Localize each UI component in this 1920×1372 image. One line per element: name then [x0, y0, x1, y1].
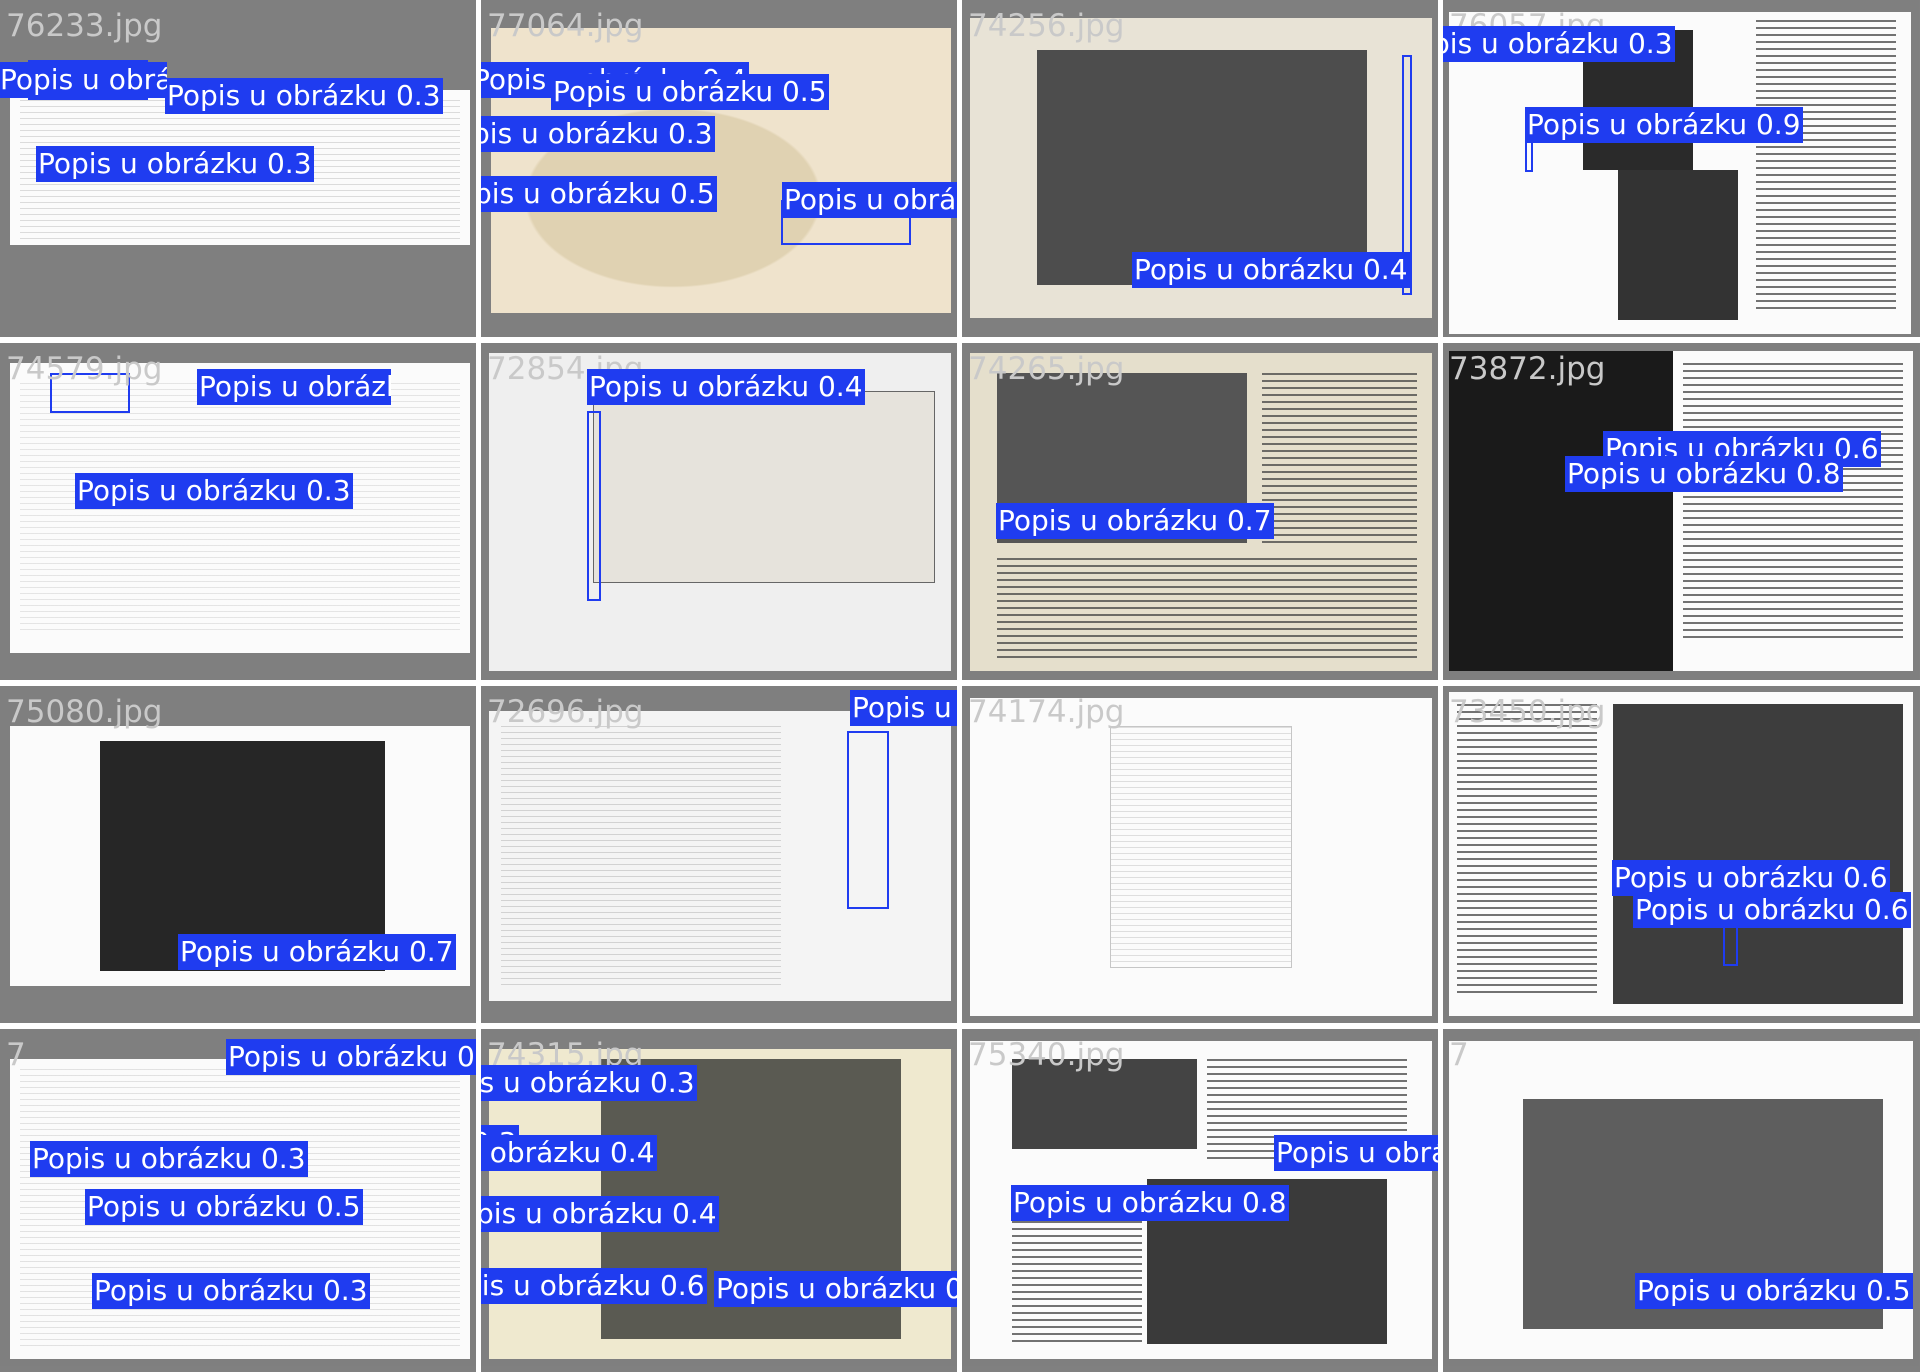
filename: 75080.jpg: [6, 694, 163, 730]
detection-label: Popis u obrázku 0.4: [1132, 252, 1410, 288]
detection-label: Popis u obrázku 0.8: [782, 182, 957, 218]
detection-box: [587, 411, 601, 601]
tile-74579: 74579.jpg Popis u obrázku 0.3 Popis u ob…: [0, 343, 476, 680]
detection-label: Popis u obrázku 0.6: [1612, 860, 1890, 896]
detection-label: Popis u obrázku 0.4: [587, 369, 865, 405]
text-column: [1457, 704, 1597, 994]
detection-label: Popis u obrázku 0.3: [0, 62, 167, 98]
filename: 74174.jpg: [968, 694, 1125, 730]
tile-74174: 74174.jpg: [962, 686, 1438, 1023]
tile-74265: 74265.jpg Popis u obrázku 0.7: [962, 343, 1438, 680]
detection-box: [847, 731, 889, 909]
detection-label: Popis u obrázku 0.4: [481, 1135, 657, 1171]
detection-label: Popis u obrázku 0.8: [1565, 456, 1843, 492]
filename: 73872.jpg: [1449, 351, 1606, 387]
detection-label: Popis u obrázku 0.5: [551, 74, 829, 110]
filename: 76233.jpg: [6, 8, 163, 44]
detection-label: Popis u obrázku 0.5: [1635, 1273, 1913, 1309]
divider: [1438, 0, 1443, 1372]
detection-label: Popis u obrázku 0.7: [178, 934, 456, 970]
tile-73872: 73872.jpg Popis u obrázku 0.6 Popis u ob…: [1443, 343, 1919, 680]
filename: 72696.jpg: [487, 694, 644, 730]
text-column: [1756, 20, 1896, 310]
divider: [0, 680, 1920, 686]
detection-label: Popis u obrázku 0.9: [1525, 107, 1803, 143]
filename: 74579.jpg: [6, 351, 163, 387]
tile-75080: 75080.jpg Popis u obrázku 0.7: [0, 686, 476, 1023]
detection-label: Popis u obrázku 0.3: [481, 116, 715, 152]
detection-label: Popis u obrázku 0.3: [1443, 26, 1675, 62]
detection-label: Popis u obrázku 0.3: [481, 1065, 697, 1101]
detection-label: Popis u obrázku 0.5: [85, 1189, 363, 1225]
book-spread: [593, 391, 935, 583]
detection-label: Popis u obrázku 0.7: [996, 503, 1274, 539]
tile-7y: 7 Popis u obrázku 0.5: [1443, 1029, 1919, 1366]
detection-label: Popis u obrázku 0.3: [165, 78, 443, 114]
photo: [1618, 170, 1738, 320]
detection-label: Popis u obrázku 0.6: [481, 1268, 707, 1304]
filename: 74265.jpg: [968, 351, 1125, 387]
divider: [0, 1023, 1920, 1029]
detection-label: Popis u obrázku 0.5: [481, 176, 717, 212]
detection-label: Popis u obrázku 0.8: [1011, 1185, 1289, 1221]
detection-label: Popis u obrázku 0.3: [36, 146, 314, 182]
tile-76057: 76057.jpg Popis u obrázku 0.3 Popis u ob…: [1443, 0, 1919, 337]
map-sheet: [1110, 726, 1292, 968]
prediction-grid: 76233.jpg Popis u obrázku 0.3 Popis u ob…: [0, 0, 1920, 1372]
tile-75340: 75340.jpg Popis u obrázku 0.8 Popis u ob…: [962, 1029, 1438, 1366]
text-column: [1262, 373, 1417, 543]
divider: [957, 0, 962, 1372]
photo: [1613, 704, 1903, 1004]
text-column: [1683, 363, 1903, 643]
divider: [0, 337, 1920, 343]
filename: 7: [1449, 1037, 1469, 1073]
tile-76233: 76233.jpg Popis u obrázku 0.3 Popis u ob…: [0, 0, 476, 337]
detection-label: Popis u obrázku 0.6: [1633, 892, 1911, 928]
tile-73450: 73450.jpg Popis u obrázku 0.6 Popis u ob…: [1443, 686, 1919, 1023]
detection-label: Popis u obrázku 0.8: [1274, 1135, 1438, 1171]
tile-72854: 72854.jpg Popis u obrázku 0.4: [481, 343, 957, 680]
filename: 75340.jpg: [968, 1037, 1125, 1073]
tile-7x: 7 Popis u obrázku 0.4 Popis u obrázku 0.…: [0, 1029, 476, 1366]
tile-77064: 77064.jpg Popis u obrázku 0.4 Popis u ob…: [481, 0, 957, 337]
detection-label: Popis u obrázku 0.4: [481, 1196, 719, 1232]
filename: 77064.jpg: [487, 8, 644, 44]
detection-label: Popis u obrázku 0.6: [714, 1271, 957, 1307]
detection-label: Popis u obrázku 0.3: [92, 1273, 370, 1309]
filename: 74256.jpg: [968, 8, 1125, 44]
text-column: [997, 558, 1417, 658]
engraving: [1037, 50, 1367, 285]
filename: 7: [6, 1037, 26, 1073]
filename: 73450.jpg: [1449, 694, 1606, 730]
detection-label: Popis u obrázku 0.3: [30, 1141, 308, 1177]
detection-label: Popis u obrázku 0.4: [226, 1039, 476, 1075]
city-plan: [501, 726, 781, 986]
detection-label: Popis u obrázku 0.4: [850, 690, 957, 726]
text-column: [1012, 1214, 1142, 1344]
detection-label: Popis u obrázku 0.4: [197, 369, 391, 405]
detection-label: Popis u obrázku 0.3: [75, 473, 353, 509]
tile-74315: 74315.jpg Popis u obrázku 0.3 Popis u ob…: [481, 1029, 957, 1366]
tile-72696: 72696.jpg Popis u obrázku 0.4: [481, 686, 957, 1023]
tile-74256: 74256.jpg Popis u obrázku 0.4: [962, 0, 1438, 337]
